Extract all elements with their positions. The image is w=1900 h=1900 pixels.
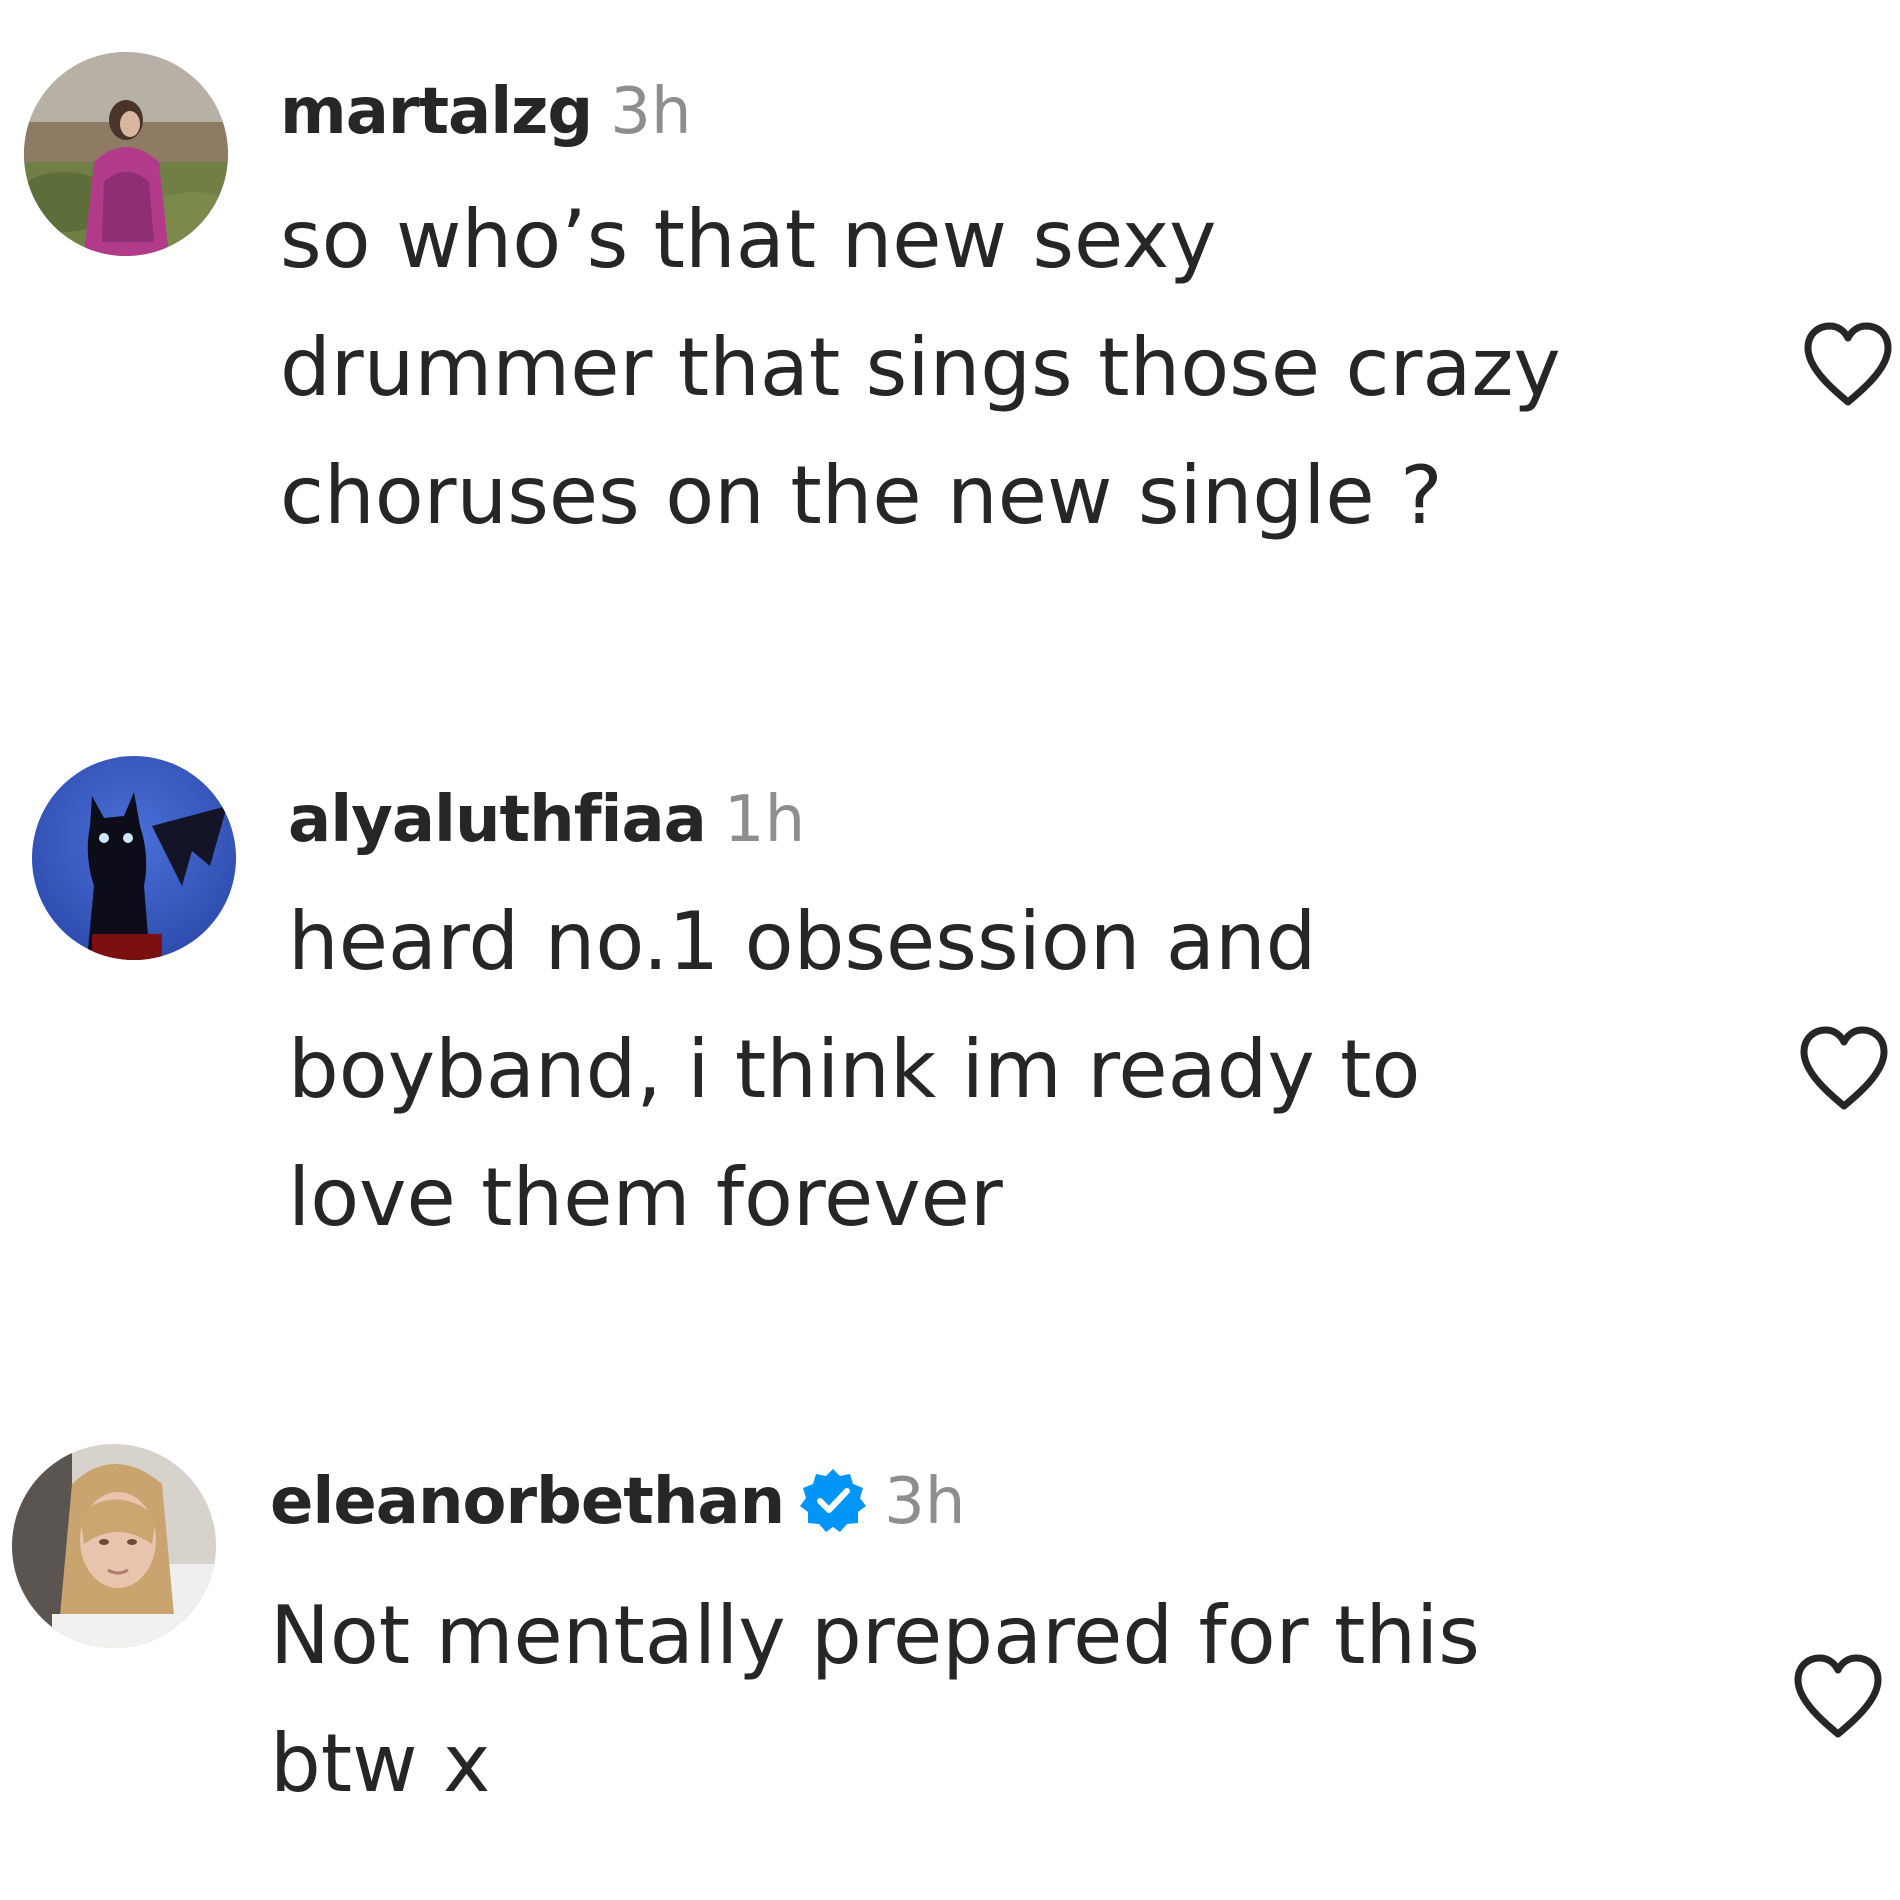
comment-timestamp[interactable]: 1h (724, 783, 805, 857)
comment-item: alyaluthfiaa 1h heard no.1 obsession and … (0, 620, 1900, 1320)
username-link[interactable]: alyaluthfiaa (288, 783, 707, 857)
username-link[interactable]: eleanorbethan (270, 1465, 785, 1539)
user-avatar[interactable] (24, 52, 228, 256)
comment-timestamp[interactable]: 3h (610, 75, 691, 149)
verified-badge-icon (800, 1469, 867, 1533)
comment-timestamp[interactable]: 3h (884, 1465, 965, 1539)
username-link[interactable]: martalzg (280, 75, 593, 149)
avatar-photo (32, 756, 236, 960)
heart-outline-icon[interactable] (1800, 320, 1896, 410)
comment-header: martalzg 3h (280, 74, 692, 150)
avatar-photo (24, 52, 228, 256)
user-avatar[interactable] (32, 756, 236, 960)
comment-item: martalzg 3h so who’s that new sexy drumme… (0, 0, 1900, 620)
user-avatar[interactable] (12, 1444, 216, 1648)
comment-text: so who’s that new sexy drummer that sing… (280, 193, 1561, 542)
comment-item: eleanorbethan 3h Not mentally prepared f… (0, 1320, 1900, 1900)
avatar-photo (12, 1444, 216, 1648)
heart-outline-icon[interactable] (1790, 1652, 1886, 1742)
comment-text: Not mentally prepared for this btw x (270, 1589, 1480, 1810)
comment-header: alyaluthfiaa 1h (288, 782, 805, 858)
comment-header: eleanorbethan 3h (270, 1464, 965, 1540)
heart-outline-icon[interactable] (1796, 1024, 1892, 1114)
comment-text: heard no.1 obsession and boyband, i thin… (288, 895, 1421, 1244)
